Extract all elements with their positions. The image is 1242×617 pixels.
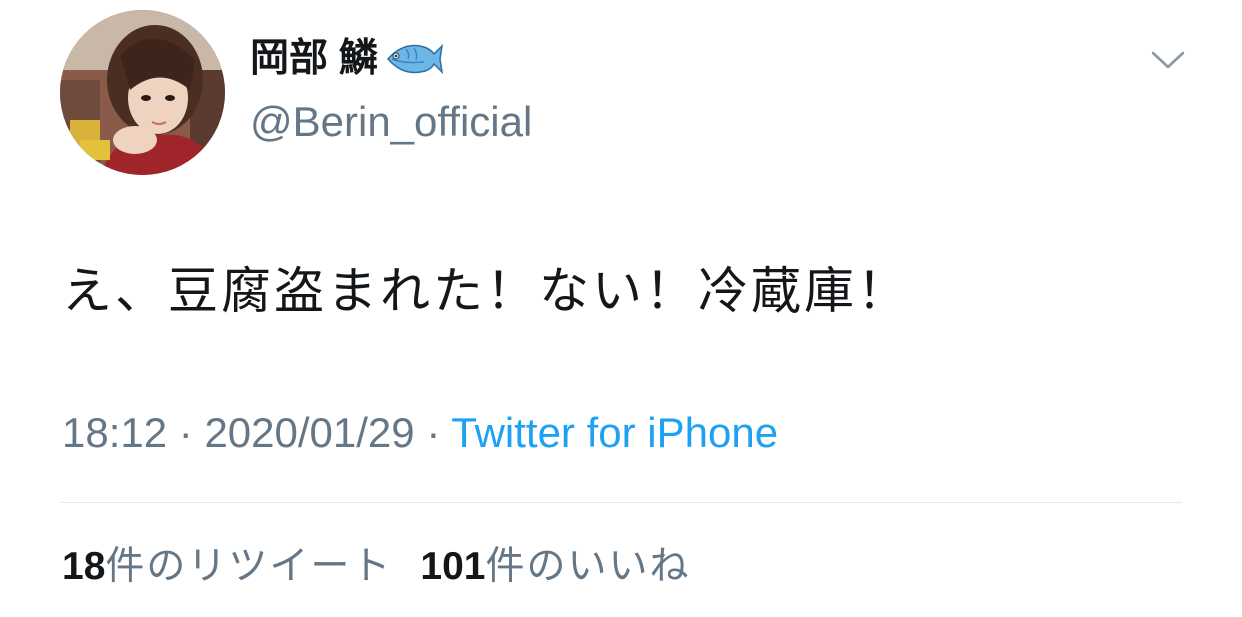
chevron-down-icon[interactable] xyxy=(1150,46,1186,74)
tweet-time: 18:12 xyxy=(62,409,168,456)
avatar-photo xyxy=(60,10,225,175)
likes-count: 101 xyxy=(420,545,486,588)
retweets-label: 件のリツイート xyxy=(105,544,393,589)
fish-icon xyxy=(384,40,444,78)
tweet-source-link[interactable]: Twitter for iPhone xyxy=(451,409,778,456)
tweet-text: え、豆腐盗まれた！ない！冷蔵庫！ xyxy=(62,262,910,320)
retweets-count: 18 xyxy=(62,545,106,588)
meta-separator: · xyxy=(414,409,452,456)
likes-label: 件のいいね xyxy=(485,544,691,589)
likes-stat[interactable]: 101 件のいいね xyxy=(420,540,690,594)
tweet-meta: 18:12 · 2020/01/29 · Twitter for iPhone xyxy=(62,406,778,460)
retweets-stat[interactable]: 18 件のリツイート xyxy=(62,540,392,594)
display-name-text: 岡部 鱗 xyxy=(250,37,378,80)
author-handle[interactable]: @Berin_official xyxy=(250,96,532,148)
author-name[interactable]: 岡部 鱗 xyxy=(250,34,444,84)
tweet-date: 2020/01/29 xyxy=(204,409,415,456)
avatar[interactable] xyxy=(60,10,225,175)
tweet-stats: 18 件のリツイート 101 件のいいね xyxy=(62,540,691,594)
meta-separator: · xyxy=(167,409,205,456)
divider xyxy=(60,502,1182,503)
